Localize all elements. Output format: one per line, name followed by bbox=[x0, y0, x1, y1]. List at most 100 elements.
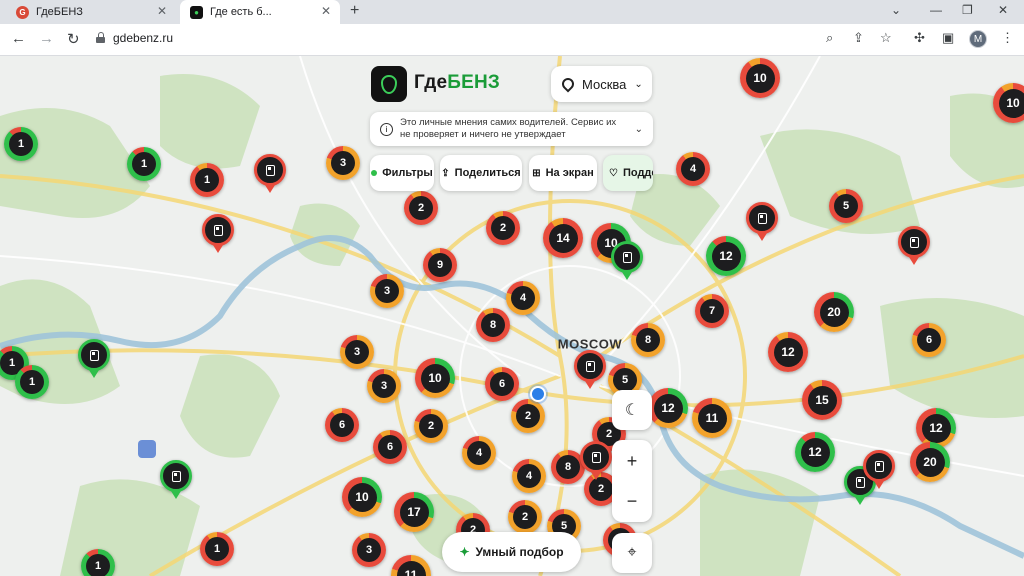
station-cluster[interactable]: 4 bbox=[462, 436, 496, 470]
station-cluster[interactable]: 3 bbox=[340, 335, 374, 369]
tab-favicon-icon: ● bbox=[190, 5, 203, 19]
station-cluster[interactable]: 10 bbox=[740, 58, 780, 98]
address-bar[interactable]: gdebenz.ru bbox=[96, 31, 173, 45]
my-location-dot bbox=[530, 386, 546, 402]
fuel-station-pin[interactable] bbox=[863, 450, 895, 482]
station-cluster[interactable]: 20 bbox=[814, 292, 854, 332]
station-cluster[interactable]: 11 bbox=[692, 398, 732, 438]
fuel-station-pin[interactable] bbox=[78, 339, 110, 371]
station-cluster[interactable]: 5 bbox=[829, 189, 863, 223]
station-cluster[interactable]: 1 bbox=[200, 532, 234, 566]
metro-icon bbox=[138, 440, 156, 458]
station-cluster[interactable]: 2 bbox=[508, 500, 542, 534]
station-cluster[interactable]: 9 bbox=[423, 248, 457, 282]
sparkle-icon: ✦ bbox=[459, 545, 470, 559]
station-cluster[interactable]: 12 bbox=[795, 432, 835, 472]
station-cluster[interactable]: 8 bbox=[476, 308, 510, 342]
minimize-icon[interactable]: — bbox=[930, 3, 942, 17]
new-tab-button[interactable]: + bbox=[350, 2, 359, 20]
filters-label: Фильтры bbox=[382, 167, 433, 179]
station-cluster[interactable]: 3 bbox=[326, 146, 360, 180]
station-cluster[interactable]: 2 bbox=[414, 409, 448, 443]
cluster-count: 3 bbox=[372, 374, 396, 398]
station-cluster[interactable]: 14 bbox=[543, 218, 583, 258]
station-cluster[interactable]: 6 bbox=[373, 430, 407, 464]
station-cluster[interactable]: 3 bbox=[352, 533, 386, 567]
station-cluster[interactable]: 2 bbox=[486, 211, 520, 245]
bookmark-star-icon[interactable]: ☆ bbox=[880, 30, 892, 46]
fuel-station-pin[interactable] bbox=[611, 241, 643, 273]
fuel-station-pin[interactable] bbox=[160, 460, 192, 492]
station-cluster[interactable]: 12 bbox=[706, 236, 746, 276]
fuel-pump-icon bbox=[213, 224, 223, 236]
fuel-station-pin[interactable] bbox=[202, 214, 234, 246]
tab-close-icon[interactable]: ✕ bbox=[157, 4, 167, 18]
cluster-count: 12 bbox=[773, 337, 803, 367]
station-cluster[interactable]: 3 bbox=[370, 274, 404, 308]
station-cluster[interactable]: 1 bbox=[81, 549, 115, 576]
city-name: Москва bbox=[582, 76, 627, 92]
cluster-count: 4 bbox=[467, 441, 491, 465]
station-cluster[interactable]: 4 bbox=[506, 281, 540, 315]
station-cluster[interactable]: 6 bbox=[912, 323, 946, 357]
brand-name[interactable]: ГдеБЕНЗ bbox=[414, 72, 500, 94]
station-cluster[interactable]: 15 bbox=[802, 380, 842, 420]
extensions-icon[interactable]: ✣ bbox=[914, 30, 925, 46]
tab-close-icon[interactable]: ✕ bbox=[321, 4, 331, 18]
locate-me-button[interactable]: ⌖ bbox=[612, 533, 652, 573]
menu-kebab-icon[interactable]: ⋮ bbox=[1001, 30, 1014, 46]
fuel-pump-icon bbox=[909, 236, 919, 248]
zoom-in-button[interactable]: + bbox=[627, 441, 638, 481]
station-cluster[interactable]: 1 bbox=[190, 163, 224, 197]
station-cluster[interactable]: 17 bbox=[394, 492, 434, 532]
fuel-station-pin[interactable] bbox=[746, 202, 778, 234]
tab-search-icon[interactable]: ⌄ bbox=[891, 3, 901, 17]
share-button[interactable]: ⇪ Поделиться bbox=[440, 155, 522, 191]
tab-gdebenz[interactable]: G ГдеБЕНЗ ✕ bbox=[6, 0, 176, 24]
fuel-station-pin[interactable] bbox=[580, 441, 612, 473]
app-logo-icon[interactable] bbox=[371, 66, 407, 102]
fuel-station-pin[interactable] bbox=[574, 350, 606, 382]
zoom-out-button[interactable]: − bbox=[627, 481, 638, 521]
cluster-count: 10 bbox=[347, 482, 377, 512]
station-cluster[interactable]: 2 bbox=[511, 399, 545, 433]
station-cluster[interactable]: 1 bbox=[15, 365, 49, 399]
city-select[interactable]: Москва ⌄ bbox=[551, 66, 652, 102]
disclaimer-notice[interactable]: i Это личные мнения самих водителей. Сер… bbox=[370, 112, 653, 146]
station-cluster[interactable]: 7 bbox=[695, 294, 729, 328]
station-cluster[interactable]: 4 bbox=[512, 459, 546, 493]
tab-bar: G ГдеБЕНЗ ✕ ● Где есть б... ✕ + ⌄ — ❐ ✕ bbox=[0, 0, 1024, 24]
station-cluster[interactable]: 6 bbox=[325, 408, 359, 442]
dark-mode-button[interactable]: ☾ bbox=[612, 390, 652, 430]
profile-avatar[interactable]: M bbox=[969, 30, 987, 48]
station-cluster[interactable]: 12 bbox=[768, 332, 808, 372]
fuel-station-pin[interactable] bbox=[898, 226, 930, 258]
station-cluster[interactable]: 20 bbox=[910, 442, 950, 482]
share-page-icon[interactable]: ⇪ bbox=[853, 30, 864, 46]
city-label: MOSCOW bbox=[557, 336, 623, 352]
station-cluster[interactable]: 6 bbox=[485, 367, 519, 401]
restore-icon[interactable]: ❐ bbox=[962, 3, 973, 17]
tab-where-is-fuel[interactable]: ● Где есть б... ✕ bbox=[180, 0, 340, 24]
station-cluster[interactable]: 1 bbox=[127, 147, 161, 181]
station-cluster[interactable]: 10 bbox=[415, 358, 455, 398]
to-screen-button[interactable]: ⊞ На экран bbox=[529, 155, 597, 191]
back-icon[interactable]: ← bbox=[11, 30, 26, 47]
station-cluster[interactable]: 1 bbox=[4, 127, 38, 161]
fuel-station-pin[interactable] bbox=[254, 154, 286, 186]
zoom-icon[interactable]: ⌕ bbox=[826, 30, 833, 46]
forward-icon[interactable]: → bbox=[39, 30, 54, 47]
side-panel-icon[interactable]: ▣ bbox=[942, 30, 954, 46]
station-cluster[interactable]: 8 bbox=[631, 323, 665, 357]
station-cluster[interactable]: 10 bbox=[342, 477, 382, 517]
station-cluster[interactable]: 12 bbox=[648, 388, 688, 428]
support-button[interactable]: ♡ Подде bbox=[603, 155, 653, 191]
station-cluster[interactable]: 3 bbox=[367, 369, 401, 403]
reload-icon[interactable]: ↻ bbox=[67, 30, 80, 48]
cluster-count: 11 bbox=[396, 560, 426, 576]
close-icon[interactable]: ✕ bbox=[998, 3, 1008, 17]
station-cluster[interactable]: 2 bbox=[404, 191, 438, 225]
station-cluster[interactable]: 4 bbox=[676, 152, 710, 186]
smart-pick-button[interactable]: ✦ Умный подбор bbox=[442, 532, 581, 572]
filters-button[interactable]: Фильтры bbox=[370, 155, 434, 191]
